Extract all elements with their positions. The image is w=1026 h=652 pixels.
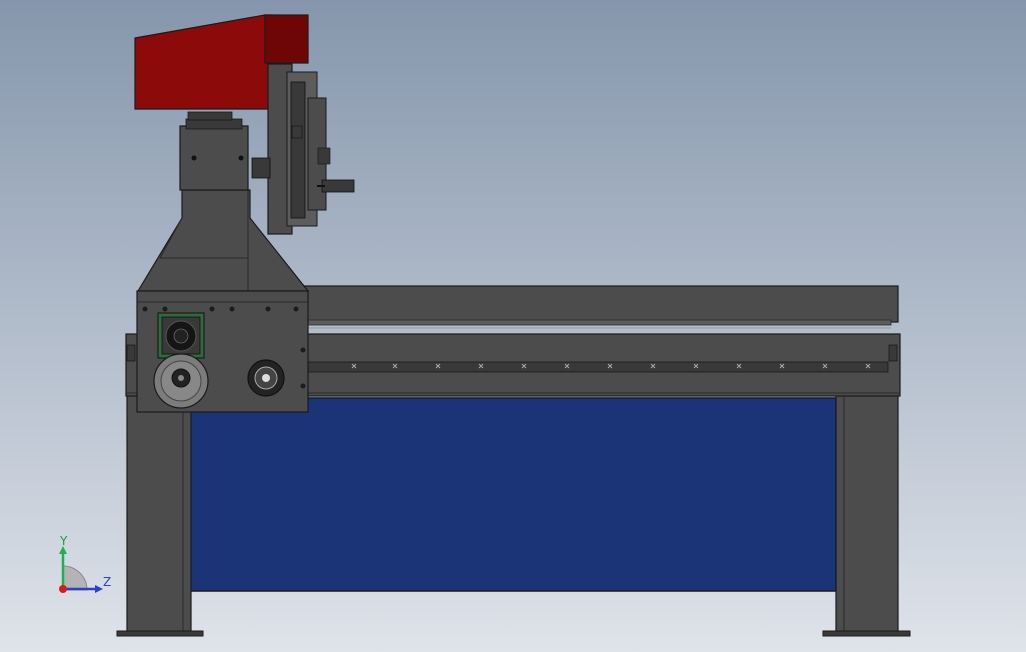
pulley-right[interactable] <box>247 359 285 397</box>
z-axis-carriage-block[interactable] <box>179 111 249 191</box>
right-leg[interactable] <box>822 394 911 637</box>
x-motor-driver[interactable] <box>157 312 205 359</box>
cnc-router-model-view[interactable]: Y Z <box>0 0 1026 652</box>
triad-y-label: Y <box>59 534 68 548</box>
triad-z-label: Z <box>103 575 111 589</box>
cad-viewport[interactable]: Y Z <box>0 0 1026 652</box>
blue-side-panel[interactable] <box>189 397 837 592</box>
left-leg[interactable] <box>116 394 204 637</box>
pulley-left[interactable] <box>153 353 209 409</box>
